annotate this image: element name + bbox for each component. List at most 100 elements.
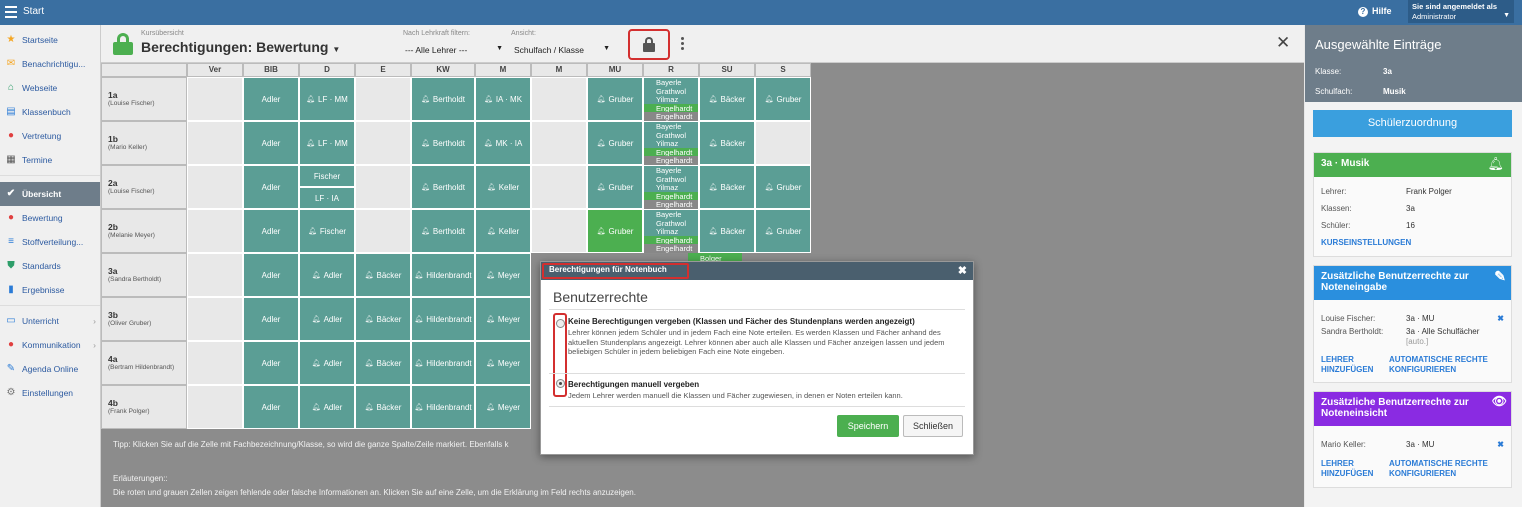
grade-cell[interactable]: 🔔︎ Gruber <box>755 165 811 209</box>
add-teacher-link[interactable]: LEHRER HINZUFÜGEN <box>1321 459 1381 479</box>
column-header[interactable]: M <box>531 63 587 77</box>
close-button[interactable]: Schließen <box>903 415 963 437</box>
grade-cell[interactable]: 🔔︎ Gruber <box>755 209 811 253</box>
sidebar-item-standards[interactable]: ⛊ Standards <box>0 254 100 278</box>
close-icon[interactable]: ✖ <box>958 264 967 277</box>
page-title[interactable]: Berechtigungen: Bewertung ▼ <box>141 39 340 55</box>
sidebar-item-kommunikation[interactable]: ● Kommunikation › <box>0 333 100 357</box>
empty-cell[interactable] <box>187 341 243 385</box>
help-button[interactable]: ? Hilfe <box>1358 6 1392 17</box>
no-permissions-radio[interactable] <box>556 319 565 328</box>
grade-cell[interactable]: 🔔︎ Adler <box>299 297 355 341</box>
sidebar-item-unterricht[interactable]: ▭ Unterricht › <box>0 309 100 333</box>
manual-permissions-radio[interactable] <box>556 379 565 388</box>
empty-cell[interactable] <box>187 165 243 209</box>
row-header[interactable]: 4a (Bertram Hildenbrandt) <box>101 341 187 385</box>
view-select[interactable]: Schulfach / Klasse ▼ <box>514 45 610 55</box>
add-teacher-link[interactable]: LEHRER HINZUFÜGEN <box>1321 355 1381 375</box>
start-link[interactable]: Start <box>23 6 44 17</box>
grade-cell[interactable]: 🔔︎ Hildenbrandt <box>411 253 475 297</box>
student-assignment-button[interactable]: Schülerzuordnung <box>1313 110 1512 137</box>
row-header[interactable]: 2a (Louise Fischer) <box>101 165 187 209</box>
grade-cell[interactable]: 🔔︎ Adler <box>299 385 355 429</box>
sidebar-item-übersicht[interactable]: ✔ Übersicht <box>0 182 100 206</box>
course-settings-link[interactable]: KURSEINSTELLUNGEN <box>1321 238 1504 248</box>
empty-cell[interactable] <box>531 77 587 121</box>
more-options-icon[interactable] <box>681 37 684 52</box>
pencil-icon[interactable]: ✎ <box>1494 268 1506 285</box>
grade-cell[interactable]: 🔔︎ Bertholdt <box>411 77 475 121</box>
empty-cell[interactable] <box>531 165 587 209</box>
grade-cell[interactable]: 🔔︎ Gruber <box>587 77 643 121</box>
sidebar-item-bewertung[interactable]: ● Bewertung <box>0 206 100 230</box>
grade-cell[interactable]: LF · IA <box>299 187 355 209</box>
empty-cell[interactable] <box>355 121 411 165</box>
empty-cell[interactable] <box>531 209 587 253</box>
save-button[interactable]: Speichern <box>837 415 899 437</box>
grade-cell[interactable]: 🔔︎ Meyer <box>475 297 531 341</box>
configure-auto-rights-link[interactable]: AUTOMATISCHE RECHTE KONFIGURIEREN <box>1389 355 1509 375</box>
sidebar-item-ergebnisse[interactable]: ▮ Ergebnisse <box>0 278 100 302</box>
eye-icon[interactable]: 👁︎ <box>1492 394 1507 408</box>
column-header[interactable]: MU <box>587 63 643 77</box>
grade-cell[interactable]: Adler <box>243 121 299 165</box>
grade-cell[interactable]: 🔔︎ Bäcker <box>355 253 411 297</box>
empty-cell[interactable] <box>187 209 243 253</box>
sidebar-item-startseite[interactable]: ★ Startseite <box>0 28 100 52</box>
user-menu[interactable]: Sie sind angemeldet als Administrator ▼ <box>1408 0 1514 23</box>
grade-cell[interactable]: Adler <box>243 297 299 341</box>
grade-cell[interactable]: Adler <box>243 253 299 297</box>
grade-cell[interactable]: 🔔︎ Hildenbrandt <box>411 297 475 341</box>
option-manual-permissions[interactable]: Berechtigungen manuell vergeben Jedem Leh… <box>568 380 963 401</box>
grade-cell[interactable]: 🔔︎ MK · IA <box>475 121 531 165</box>
grade-cell[interactable]: 🔔︎ Bertholdt <box>411 165 475 209</box>
empty-cell[interactable] <box>355 77 411 121</box>
row-header[interactable]: 1b (Mario Keller) <box>101 121 187 165</box>
grade-cell[interactable]: Adler <box>243 209 299 253</box>
lock-button[interactable] <box>628 29 670 60</box>
remove-icon[interactable]: ✖ <box>1497 310 1504 327</box>
grade-cell[interactable]: 🔔︎ Bäcker <box>699 209 755 253</box>
close-icon[interactable]: ✕ <box>1276 33 1290 53</box>
option-no-permissions[interactable]: Keine Berechtigungen vergeben (Klassen u… <box>568 317 963 357</box>
grade-cell[interactable]: Adler <box>243 165 299 209</box>
grade-cell[interactable]: 🔔︎ Fischer <box>299 209 355 253</box>
grade-cell[interactable]: 🔔︎ LF · MM <box>299 77 355 121</box>
sidebar-item-agenda-online[interactable]: ✎ Agenda Online <box>0 357 100 381</box>
empty-cell[interactable] <box>187 77 243 121</box>
row-header[interactable]: 3a (Sandra Bertholdt) <box>101 253 187 297</box>
sidebar-item-klassenbuch[interactable]: ▤ Klassenbuch <box>0 100 100 124</box>
grade-cell[interactable]: 🔔︎ Meyer <box>475 253 531 297</box>
grade-cell[interactable]: 🔔︎ Bäcker <box>355 385 411 429</box>
empty-cell[interactable] <box>187 121 243 165</box>
empty-cell[interactable] <box>187 253 243 297</box>
grade-cell[interactable]: 🔔︎ Hildenbrandt <box>411 385 475 429</box>
column-header[interactable]: D <box>299 63 355 77</box>
grade-cell[interactable]: 🔔︎ Keller <box>475 165 531 209</box>
empty-cell[interactable] <box>187 297 243 341</box>
grade-cell[interactable]: 🔔︎ Bertholdt <box>411 209 475 253</box>
menu-icon[interactable] <box>5 6 17 18</box>
column-header[interactable]: R <box>643 63 699 77</box>
column-header[interactable]: SU <box>699 63 755 77</box>
grade-cell[interactable]: 🔔︎ Meyer <box>475 341 531 385</box>
grade-cell[interactable]: 🔔︎ Gruber <box>587 165 643 209</box>
empty-cell[interactable] <box>355 209 411 253</box>
empty-cell[interactable] <box>355 165 411 209</box>
grade-cell[interactable]: 🔔︎ Bäcker <box>355 297 411 341</box>
sidebar-item-vertretung[interactable]: ● Vertretung <box>0 124 100 148</box>
grade-cell[interactable]: 🔔︎ Adler <box>299 341 355 385</box>
empty-cell[interactable] <box>755 121 811 165</box>
column-header[interactable]: Ver <box>187 63 243 77</box>
grade-cell[interactable]: 🔔︎ Bäcker <box>699 165 755 209</box>
row-header[interactable]: 3b (Oliver Gruber) <box>101 297 187 341</box>
empty-cell[interactable] <box>187 385 243 429</box>
grade-cell[interactable]: 🔔︎ Meyer <box>475 385 531 429</box>
sidebar-item-webseite[interactable]: ⌂ Webseite <box>0 76 100 100</box>
sidebar-item-benachrichtigu[interactable]: ✉ Benachrichtigu... <box>0 52 100 76</box>
grade-cell[interactable]: 🔔︎ Gruber <box>587 209 643 253</box>
grade-cell[interactable]: 🔔︎ Gruber <box>587 121 643 165</box>
grade-cell[interactable]: Adler <box>243 341 299 385</box>
grade-cell[interactable]: 🔔︎ Bäcker <box>699 77 755 121</box>
grade-cell[interactable]: 🔔︎ IA · MK <box>475 77 531 121</box>
